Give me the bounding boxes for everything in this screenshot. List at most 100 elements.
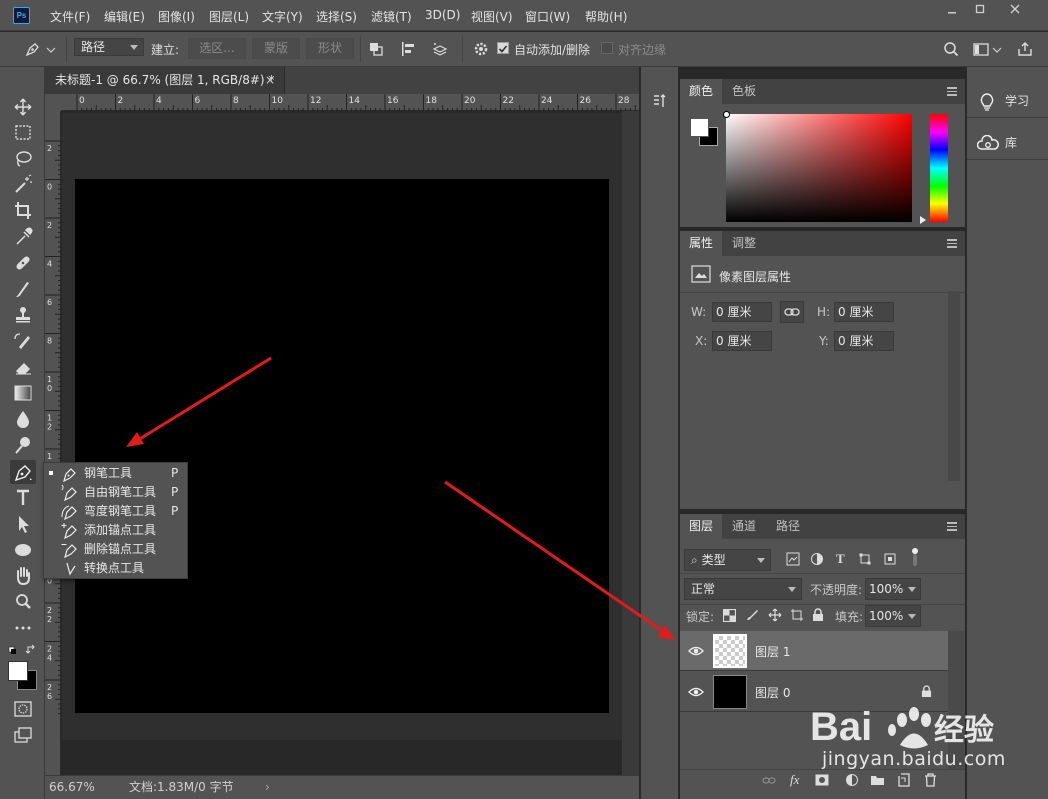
- filter-smart-object-icon[interactable]: [883, 552, 897, 566]
- marquee-tool-icon[interactable]: [10, 121, 36, 145]
- panel-menu-icon[interactable]: [947, 87, 957, 96]
- gradient-tool-icon[interactable]: [10, 381, 36, 405]
- menu-layer[interactable]: 图层(L): [209, 8, 249, 25]
- layer-row[interactable]: 图层 1: [680, 631, 948, 671]
- history-panel-icon[interactable]: [652, 93, 668, 109]
- hue-slider-handle[interactable]: [920, 216, 926, 224]
- filter-toggle[interactable]: [910, 548, 920, 568]
- layer-name[interactable]: 图层 0: [755, 684, 790, 701]
- layer-name[interactable]: 图层 1: [755, 643, 790, 660]
- magic-wand-tool-icon[interactable]: [10, 173, 36, 197]
- foreground-color-swatch[interactable]: [690, 118, 709, 137]
- properties-scrollbar[interactable]: [948, 291, 960, 481]
- hue-slider[interactable]: [930, 114, 948, 222]
- tab-channels[interactable]: 通道: [722, 514, 766, 539]
- eye-icon[interactable]: [688, 644, 704, 658]
- flyout-item-delete-anchor[interactable]: 删除锚点工具: [44, 540, 187, 559]
- pen-tool-icon[interactable]: [10, 460, 36, 484]
- chevron-down-icon[interactable]: [46, 40, 56, 58]
- panel-menu-icon[interactable]: [947, 239, 957, 248]
- lock-artboard-icon[interactable]: [790, 608, 804, 622]
- gear-icon[interactable]: [472, 40, 490, 58]
- menu-view[interactable]: 视图(V): [471, 8, 513, 25]
- healing-brush-tool-icon[interactable]: [10, 251, 36, 275]
- menu-3d[interactable]: 3D(D): [425, 8, 460, 22]
- x-field[interactable]: 0 厘米: [712, 331, 772, 351]
- layer-filter-select[interactable]: ⌕ 类型: [684, 549, 771, 571]
- eye-icon[interactable]: [688, 685, 704, 699]
- move-tool-icon[interactable]: [10, 95, 36, 119]
- lock-image-icon[interactable]: [745, 608, 759, 622]
- hand-tool-icon[interactable]: [10, 564, 36, 588]
- tab-paths[interactable]: 路径: [766, 514, 810, 539]
- chevron-down-icon[interactable]: [992, 40, 1002, 58]
- chevron-right-icon[interactable]: ›: [265, 776, 270, 798]
- link-icon[interactable]: [762, 775, 776, 787]
- lock-all-icon[interactable]: [812, 608, 824, 622]
- menu-file[interactable]: 文件(F): [50, 8, 90, 25]
- menu-window[interactable]: 窗口(W): [525, 8, 570, 25]
- eyedropper-tool-icon[interactable]: [10, 225, 36, 249]
- tab-layers[interactable]: 图层: [680, 514, 722, 539]
- filter-shape-icon[interactable]: [858, 552, 872, 566]
- link-dimensions-button[interactable]: [780, 301, 804, 323]
- share-icon[interactable]: [1016, 40, 1034, 58]
- workspace-icon[interactable]: [972, 40, 990, 58]
- search-icon[interactable]: [942, 40, 960, 58]
- quick-mask-icon[interactable]: [10, 697, 36, 721]
- history-brush-tool-icon[interactable]: [10, 329, 36, 353]
- swap-colors-icon[interactable]: [8, 644, 38, 656]
- screen-mode-icon[interactable]: [10, 723, 36, 747]
- type-tool-icon[interactable]: [10, 486, 36, 510]
- tab-properties[interactable]: 属性: [680, 231, 722, 256]
- more-tools-icon[interactable]: [10, 616, 36, 640]
- fill-field[interactable]: 100%: [865, 605, 921, 627]
- path-selection-tool-icon[interactable]: [10, 512, 36, 536]
- align-edges-checkbox[interactable]: [601, 42, 613, 54]
- libraries-button[interactable]: 库: [967, 127, 1048, 160]
- foreground-color-swatch[interactable]: [8, 661, 28, 681]
- pen-mode-select[interactable]: 路径: [74, 38, 144, 56]
- crop-tool-icon[interactable]: [10, 199, 36, 223]
- width-field[interactable]: 0 厘米: [712, 302, 772, 322]
- menu-image[interactable]: 图像(I): [158, 8, 195, 25]
- menu-select[interactable]: 选择(S): [316, 8, 357, 25]
- close-tab-icon[interactable]: ×: [265, 67, 275, 94]
- document-tab[interactable]: 未标题-1 @ 66.7% (图层 1, RGB/8#) * ×: [45, 67, 285, 94]
- blur-tool-icon[interactable]: [10, 407, 36, 431]
- opacity-field[interactable]: 100%: [865, 578, 921, 600]
- eraser-tool-icon[interactable]: [10, 355, 36, 379]
- flyout-item-pen[interactable]: 钢笔工具 P: [44, 464, 187, 483]
- height-field[interactable]: 0 厘米: [834, 302, 894, 322]
- auto-add-delete-checkbox[interactable]: [497, 42, 509, 54]
- learn-button[interactable]: 学习: [967, 85, 1048, 118]
- document-canvas[interactable]: [75, 179, 609, 713]
- flyout-item-add-anchor[interactable]: 添加锚点工具: [44, 521, 187, 540]
- tab-swatches[interactable]: 色板: [722, 79, 766, 104]
- menu-type[interactable]: 文字(Y): [262, 8, 303, 25]
- path-alignment-icon[interactable]: [399, 40, 417, 58]
- tab-adjustments[interactable]: 调整: [722, 231, 766, 256]
- color-field-picker[interactable]: [723, 111, 730, 118]
- make-mask-button[interactable]: 蒙版: [252, 38, 300, 59]
- filter-adjustment-icon[interactable]: [810, 552, 824, 566]
- filter-pixel-icon[interactable]: [786, 552, 800, 566]
- ellipse-tool-icon[interactable]: [10, 538, 36, 562]
- color-field[interactable]: [726, 114, 912, 222]
- maximize-icon[interactable]: [965, 2, 995, 20]
- flyout-item-freeform-pen[interactable]: 自由钢笔工具 P: [44, 483, 187, 502]
- vertical-scrollbar[interactable]: [622, 111, 639, 775]
- dodge-tool-icon[interactable]: [10, 433, 36, 457]
- path-arrangement-icon[interactable]: [431, 40, 449, 58]
- minimize-icon[interactable]: [937, 2, 967, 20]
- y-field[interactable]: 0 厘米: [834, 331, 894, 351]
- flyout-item-convert-point[interactable]: 转换点工具: [44, 559, 187, 578]
- pen-tool-preset-icon[interactable]: [24, 40, 42, 58]
- make-shape-button[interactable]: 形状: [306, 38, 354, 59]
- lock-position-icon[interactable]: [768, 608, 782, 622]
- fx-icon[interactable]: fx: [790, 772, 799, 788]
- flyout-item-curvature-pen[interactable]: 弯度钢笔工具 P: [44, 502, 187, 521]
- filter-type-icon[interactable]: T: [836, 551, 845, 567]
- tab-color[interactable]: 颜色: [680, 79, 722, 104]
- menu-help[interactable]: 帮助(H): [585, 8, 627, 25]
